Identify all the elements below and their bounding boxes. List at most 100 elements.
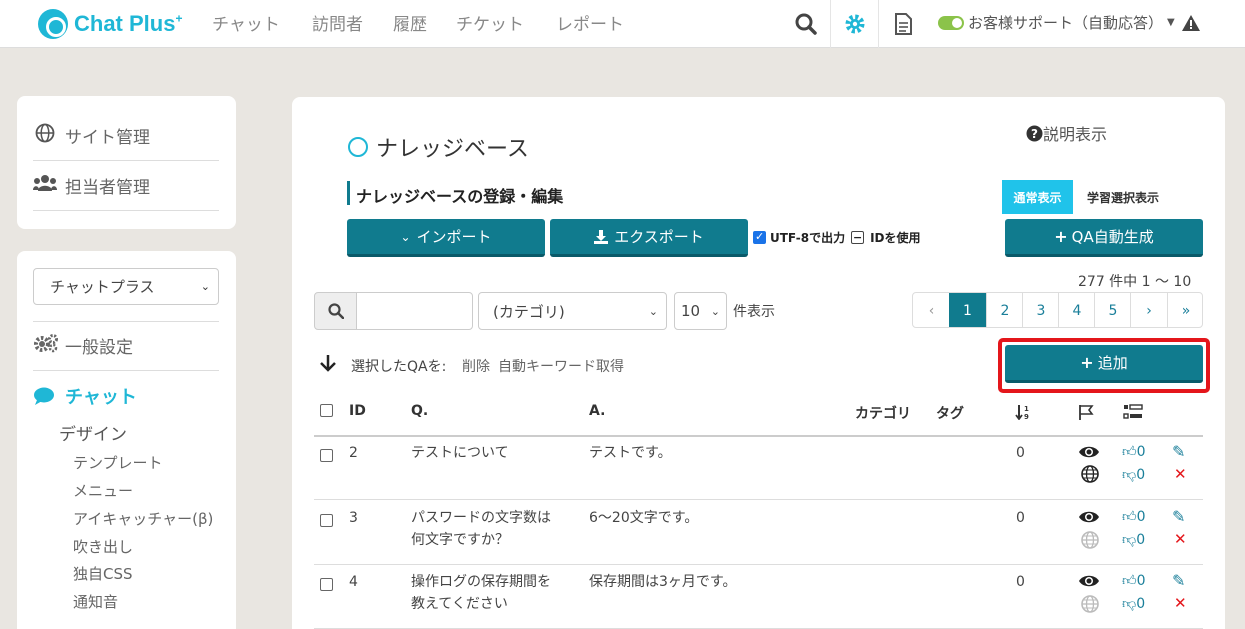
dislike-counter[interactable]: 👎︎ 0 <box>1122 466 1145 484</box>
view-normal-button[interactable]: 通常表示 <box>1002 180 1073 214</box>
document-icon[interactable] <box>878 0 926 48</box>
minus-square-icon[interactable]: − <box>851 231 865 244</box>
row-id: 4 <box>349 574 358 590</box>
globe-published-icon[interactable] <box>1081 465 1099 483</box>
add-button[interactable]: + 追加 <box>1005 345 1203 383</box>
gear-icon[interactable] <box>830 0 878 48</box>
caret-down-icon: ▼ <box>1167 17 1175 28</box>
online-toggle[interactable] <box>938 15 964 30</box>
eye-icon[interactable] <box>1078 445 1100 459</box>
nav-tickets[interactable]: チケット <box>456 10 524 35</box>
edit-pencil-icon[interactable]: ✎ <box>1172 507 1185 526</box>
view-learning-button[interactable]: 学習選択表示 <box>1073 180 1173 214</box>
chevron-down-icon: ⌄ <box>710 304 720 318</box>
page-prev-button[interactable]: ‹ <box>913 293 950 327</box>
sidebar-item-notification-sound[interactable]: 通知音 <box>73 591 118 612</box>
sidebar-item-balloon[interactable]: 吹き出し <box>73 536 133 557</box>
like-counter[interactable]: 👍︎ 0 <box>1122 508 1146 526</box>
eye-icon[interactable] <box>1078 510 1100 524</box>
nav-history[interactable]: 履歴 <box>393 10 427 35</box>
sidebar-item-template[interactable]: テンプレート <box>73 452 163 473</box>
search-button[interactable] <box>314 292 357 330</box>
th-id: ID <box>349 403 366 419</box>
globe-unpublished-icon[interactable] <box>1081 531 1099 549</box>
sidebar-item-site-management[interactable]: サイト管理 <box>33 111 219 161</box>
logo-text: Chat Plus <box>74 11 176 36</box>
flag-icon[interactable] <box>1078 404 1094 420</box>
row-question-line2: 教えてください <box>411 596 508 612</box>
page-last-button[interactable]: » <box>1167 293 1202 327</box>
page-next-button[interactable]: › <box>1130 293 1167 327</box>
status-label: お客様サポート（自動応答） <box>968 14 1164 32</box>
dislike-counter[interactable]: 👎︎ 0 <box>1122 595 1146 613</box>
list-settings-icon[interactable] <box>1123 404 1143 420</box>
edit-pencil-icon[interactable]: ✎ <box>1172 442 1185 461</box>
sidebar-item-staff-management[interactable]: 担当者管理 <box>33 161 219 211</box>
nav-reports[interactable]: レポート <box>556 10 624 35</box>
sidebar-item-label: 担当者管理 <box>65 178 150 198</box>
table-row[interactable]: 4 操作ログの保存期間を 教えてください 保存期間は3ヶ月です。 0 👍︎ 0 👎… <box>314 565 1203 629</box>
nav-chat[interactable]: チャット <box>212 10 280 35</box>
site-select-value: チャットプラス <box>50 278 155 296</box>
row-answer: 保存期間は3ヶ月です。 <box>589 574 737 590</box>
table-row[interactable]: 3 パスワードの文字数は 何文字ですか？ 6～20文字です。 0 👍︎ 0 👎︎ 0… <box>314 500 1203 565</box>
pagination: ‹ 1 2 3 4 5 › » <box>912 292 1203 328</box>
sidebar-item-chat[interactable]: チャット <box>33 383 137 409</box>
sidebar-item-label: サイト管理 <box>65 128 150 148</box>
qa-auto-generate-button[interactable]: + QA自動生成 <box>1005 219 1203 257</box>
nav-visitors[interactable]: 訪問者 <box>312 10 363 35</box>
search-icon[interactable] <box>782 0 830 48</box>
export-button[interactable]: エクスポート <box>550 219 748 257</box>
bulk-keyword-link[interactable]: 自動キーワード取得 <box>498 356 624 376</box>
import-button[interactable]: ⌄ インポート <box>347 219 545 257</box>
row-sort-order: 0 <box>1016 510 1025 526</box>
sidebar-item-custom-css[interactable]: 独自CSS <box>73 563 133 584</box>
dislike-counter[interactable]: 👎︎ 0 <box>1122 531 1146 549</box>
sidebar-settings-panel: チャットプラス ⌄ 一般設定 チャット デザイン テンプレート メニュー アイキ… <box>17 251 236 629</box>
search-input[interactable] <box>356 292 473 330</box>
help-toggle[interactable]: ? 説明表示 <box>1026 121 1107 145</box>
row-checkbox[interactable] <box>320 578 333 591</box>
svg-text:?: ? <box>1031 127 1038 141</box>
dislike-count: 0 <box>1136 531 1146 548</box>
top-navbar: Chat Plus+ チャット 訪問者 履歴 チケット レポート お客様サポート… <box>0 0 1245 48</box>
globe-unpublished-icon[interactable] <box>1081 595 1099 613</box>
table-row[interactable]: 2 テストについて テストです。 0 👍︎ 0 👎︎ 0 ✎ ✕ <box>314 437 1203 500</box>
page-3-button[interactable]: 3 <box>1022 293 1059 327</box>
sort-numeric-icon[interactable]: 19 <box>1015 404 1031 420</box>
category-select[interactable]: (カテゴリ) ⌄ <box>478 292 667 330</box>
sidebar-item-menu[interactable]: メニュー <box>73 480 133 501</box>
bulk-delete-link[interactable]: 削除 <box>462 356 490 376</box>
row-checkbox[interactable] <box>320 514 333 527</box>
row-checkbox[interactable] <box>320 449 333 462</box>
like-count: 0 <box>1136 508 1146 525</box>
delete-x-icon[interactable]: ✕ <box>1174 465 1187 483</box>
delete-x-icon[interactable]: ✕ <box>1174 594 1187 612</box>
chatplus-logo[interactable]: Chat Plus+ <box>38 8 182 40</box>
chat-bubble-icon <box>38 9 68 39</box>
page-2-button[interactable]: 2 <box>986 293 1023 327</box>
page-1-button[interactable]: 1 <box>949 293 986 327</box>
status-selector[interactable]: お客様サポート（自動応答） ▼ <box>938 12 1201 33</box>
edit-pencil-icon[interactable]: ✎ <box>1172 571 1185 590</box>
row-id: 2 <box>349 445 358 461</box>
warning-icon[interactable] <box>1181 14 1201 32</box>
site-select[interactable]: チャットプラス ⌄ <box>33 268 219 305</box>
utf8-checkbox[interactable] <box>753 230 766 244</box>
per-page-select[interactable]: 10 ⌄ <box>674 292 727 330</box>
dislike-count: 0 <box>1136 595 1146 612</box>
sidebar-item-general-settings[interactable]: 一般設定 <box>33 321 219 371</box>
page-title: ナレッジベース <box>376 137 529 162</box>
utf8-option[interactable]: UTF-8で出力 − IDを使用 <box>753 229 921 246</box>
page-4-button[interactable]: 4 <box>1058 293 1095 327</box>
sidebar-item-eyecatcher[interactable]: アイキャッチャー(β) <box>73 508 213 529</box>
page-5-button[interactable]: 5 <box>1094 293 1131 327</box>
table-header: ID Q. A. カテゴリ タグ 19 <box>314 400 1203 437</box>
sidebar-item-design[interactable]: デザイン <box>59 420 127 445</box>
row-sort-order: 0 <box>1016 574 1025 590</box>
eye-icon[interactable] <box>1078 574 1100 588</box>
like-counter[interactable]: 👍︎ 0 <box>1122 443 1146 461</box>
like-counter[interactable]: 👍︎ 0 <box>1122 572 1146 590</box>
select-all-checkbox[interactable] <box>320 404 333 417</box>
delete-x-icon[interactable]: ✕ <box>1174 530 1187 548</box>
